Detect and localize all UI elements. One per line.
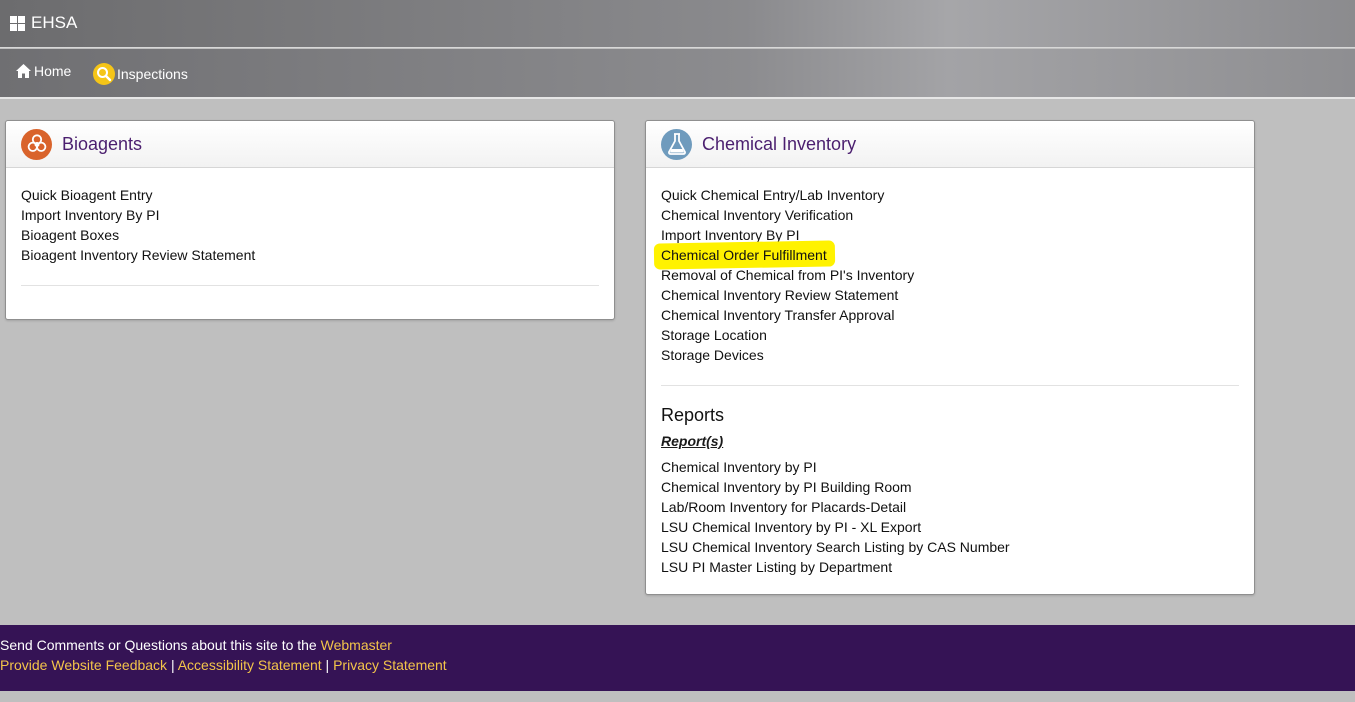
chemical-inventory-title: Chemical Inventory [702, 133, 857, 154]
highlight-mark: Chemical Order Fulfillment [661, 245, 827, 265]
link-quick-chemical-entry[interactable]: Quick Chemical Entry/Lab Inventory [661, 185, 1239, 205]
link-storage-location[interactable]: Storage Location [661, 325, 1239, 345]
flask-icon [661, 128, 692, 160]
link-removal-of-chemical[interactable]: Removal of Chemical from PI's Inventory [661, 265, 1239, 285]
report-link[interactable]: Chemical Inventory by PI [661, 457, 1239, 477]
reports-subheading: Report(s) [661, 433, 724, 449]
footer: Send Comments or Questions about this si… [0, 625, 1355, 691]
link-quick-bioagent-entry[interactable]: Quick Bioagent Entry [21, 185, 599, 205]
link-bioagent-inventory-review[interactable]: Bioagent Inventory Review Statement [21, 245, 599, 265]
webmaster-link[interactable]: Webmaster [321, 637, 392, 653]
magnifier-icon [93, 63, 115, 85]
nav-home[interactable]: Home [15, 63, 71, 79]
privacy-link[interactable]: Privacy Statement [333, 657, 447, 673]
bioagents-panel-header: Bioagents [6, 121, 614, 168]
report-link[interactable]: LSU Chemical Inventory by PI - XL Export [661, 517, 1239, 537]
chemical-inventory-panel: Chemical Inventory Quick Chemical Entry/… [645, 120, 1255, 595]
feedback-link[interactable]: Provide Website Feedback [0, 657, 167, 673]
apps-grid-icon [10, 15, 25, 31]
nav-inspections[interactable]: Inspections [93, 63, 188, 85]
link-chemical-order-fulfillment-label: Chemical Order Fulfillment [661, 247, 827, 263]
link-bioagent-boxes[interactable]: Bioagent Boxes [21, 225, 599, 245]
link-chemical-inventory-transfer[interactable]: Chemical Inventory Transfer Approval [661, 305, 1239, 325]
home-icon [16, 64, 31, 78]
link-chemical-inventory-verification[interactable]: Chemical Inventory Verification [661, 205, 1239, 225]
app-title: EHSA [31, 13, 78, 32]
footer-contact-text: Send Comments or Questions about this si… [0, 637, 321, 653]
chemical-inventory-links: Quick Chemical Entry/Lab Inventory Chemi… [646, 168, 1254, 577]
nav-inspections-label: Inspections [117, 66, 188, 82]
nav-home-label: Home [34, 63, 72, 79]
bioagents-title: Bioagents [62, 133, 143, 154]
app-brand[interactable]: EHSA [10, 13, 77, 33]
report-link[interactable]: Lab/Room Inventory for Placards-Detail [661, 497, 1239, 517]
footer-links-line: Provide Website Feedback | Accessibility… [0, 655, 1355, 675]
report-link[interactable]: Chemical Inventory by PI Building Room [661, 477, 1239, 497]
top-header-bar: EHSA [0, 0, 1355, 48]
bioagents-panel: Bioagents Quick Bioagent Entry Import In… [5, 120, 615, 320]
reports-heading: Reports [661, 405, 725, 425]
biohazard-icon [21, 128, 52, 160]
footer-separator: | [167, 657, 178, 673]
divider [21, 285, 599, 286]
bioagents-links: Quick Bioagent Entry Import Inventory By… [6, 168, 614, 286]
link-chemical-inventory-review[interactable]: Chemical Inventory Review Statement [661, 285, 1239, 305]
nav-bar: Home Inspections [0, 49, 1355, 99]
report-link[interactable]: LSU PI Master Listing by Department [661, 557, 1239, 577]
accessibility-link[interactable]: Accessibility Statement [178, 657, 322, 673]
chemical-inventory-panel-header: Chemical Inventory [646, 121, 1254, 168]
link-chemical-order-fulfillment[interactable]: Chemical Order Fulfillment [661, 245, 1239, 265]
link-storage-devices[interactable]: Storage Devices [661, 345, 1239, 365]
divider [661, 385, 1239, 386]
footer-separator: | [321, 657, 334, 673]
link-import-inventory-by-pi[interactable]: Import Inventory By PI [21, 205, 599, 225]
report-link[interactable]: LSU Chemical Inventory Search Listing by… [661, 537, 1239, 557]
footer-contact-line: Send Comments or Questions about this si… [0, 635, 1355, 655]
